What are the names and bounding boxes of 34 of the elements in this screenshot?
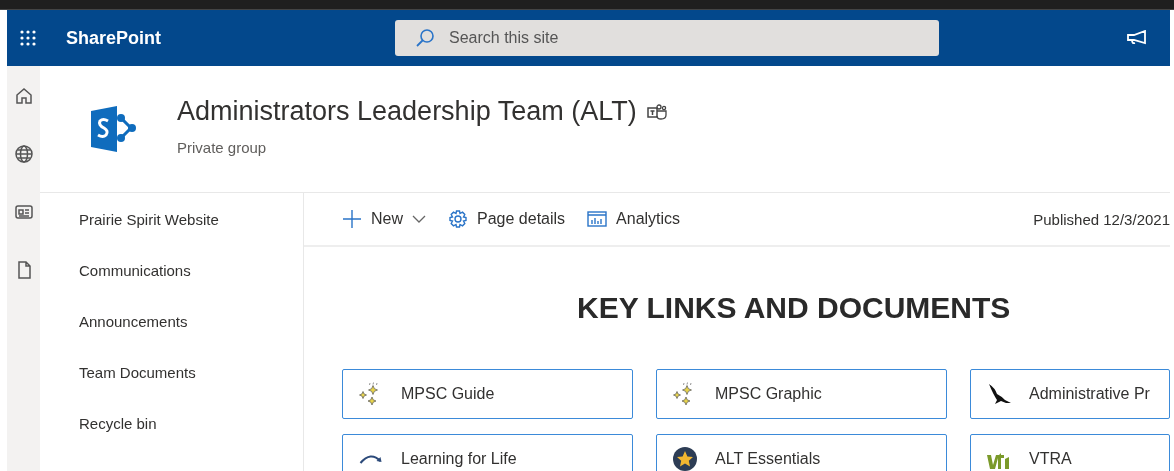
curved-arrow-icon bbox=[359, 453, 383, 465]
news-icon[interactable] bbox=[13, 202, 34, 222]
quick-link[interactable]: Learning for Life bbox=[342, 434, 633, 471]
globe-icon[interactable] bbox=[13, 144, 34, 164]
nav-link[interactable]: Prairie Spirit Website bbox=[40, 211, 303, 262]
megaphone-icon[interactable] bbox=[1126, 30, 1148, 46]
quick-link[interactable]: MPSC Graphic bbox=[656, 369, 947, 419]
quick-link[interactable]: ALT Essentials bbox=[656, 434, 947, 471]
section-heading: KEY LINKS AND DOCUMENTS bbox=[576, 290, 1012, 326]
bird-icon bbox=[987, 382, 1011, 406]
site-title: Administrators Leadership Team (ALT) bbox=[177, 96, 637, 127]
search-field[interactable]: Search this site bbox=[395, 20, 939, 56]
command-button[interactable]: Page details bbox=[448, 209, 566, 229]
site-subtitle: Private group bbox=[177, 139, 268, 156]
app-name[interactable]: SharePoint bbox=[66, 27, 395, 49]
nav-link[interactable]: Recycle bin bbox=[40, 415, 303, 466]
quick-link[interactable]: Administrative Pr bbox=[970, 369, 1170, 419]
nav-link[interactable]: Communications bbox=[40, 262, 303, 313]
publish-status: Published 12/3/2021 bbox=[1033, 210, 1170, 228]
plus-icon bbox=[342, 209, 362, 229]
quick-link[interactable]: MPSC Guide bbox=[342, 369, 633, 419]
nav-link[interactable]: Announcements bbox=[40, 313, 303, 364]
chart-icon bbox=[587, 209, 608, 229]
search-icon bbox=[415, 28, 435, 48]
app-launcher-icon[interactable] bbox=[19, 29, 37, 47]
quick-link[interactable]: VTRA bbox=[970, 434, 1170, 471]
teams-icon[interactable] bbox=[646, 103, 667, 120]
command-button[interactable]: New bbox=[342, 209, 426, 229]
nav-link[interactable]: Team Documents bbox=[40, 364, 303, 415]
gear-icon bbox=[448, 209, 468, 229]
home-icon[interactable] bbox=[13, 86, 34, 106]
command-button[interactable]: Analytics bbox=[587, 209, 681, 229]
site-logo-icon bbox=[91, 106, 139, 152]
chevron-down-icon bbox=[412, 215, 426, 223]
